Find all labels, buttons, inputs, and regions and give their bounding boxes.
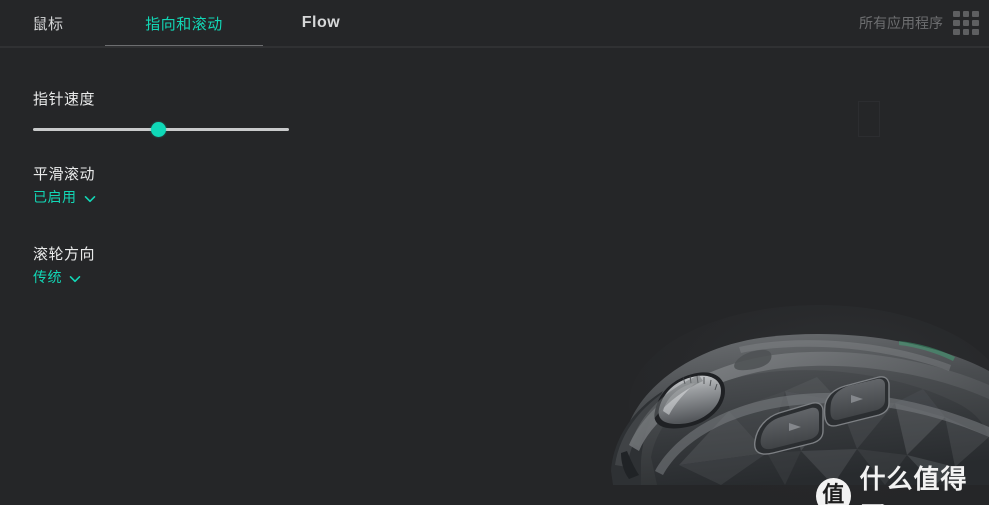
image-placeholder-outline <box>858 101 880 137</box>
scroll-direction-dropdown[interactable]: 传统 <box>33 267 81 287</box>
grid-cell <box>972 11 979 17</box>
watermark-text: 什么值得买 <box>859 465 968 505</box>
grid-cell <box>972 29 979 35</box>
tab-bar: 鼠标 指向和滚动 Flow 所有应用程序 <box>0 0 989 48</box>
grid-cell <box>962 29 970 35</box>
apps-grid-icon[interactable] <box>953 11 979 35</box>
tab-flow[interactable]: Flow <box>285 0 357 46</box>
chevron-down-icon <box>69 272 81 284</box>
smooth-scrolling-setting: 平滑滚动 已启用 <box>33 165 96 207</box>
pointer-speed-slider[interactable] <box>33 120 289 140</box>
tab-bar-divider <box>0 46 989 48</box>
smooth-scrolling-label: 平滑滚动 <box>33 166 96 183</box>
pointer-speed-setting: 指针速度 <box>33 88 95 109</box>
grid-cell <box>962 11 970 17</box>
grid-cell <box>953 11 960 17</box>
tab-mouse[interactable]: 鼠标 <box>12 0 84 46</box>
scroll-direction-setting: 滚轮方向 传统 <box>33 245 95 287</box>
chevron-down-icon <box>84 192 96 204</box>
all-applications-label: 所有应用程序 <box>859 15 943 31</box>
smooth-scrolling-dropdown[interactable]: 已启用 <box>33 187 96 207</box>
app-window: 鼠标 指向和滚动 Flow 所有应用程序 指针速度 平滑滚动 已启用 滚轮方向 … <box>0 0 989 505</box>
pointer-speed-label: 指针速度 <box>33 91 96 108</box>
scroll-wheel <box>654 372 725 429</box>
grid-cell <box>953 20 960 26</box>
watermark: 值 什么值得买 <box>816 459 989 505</box>
grid-cell <box>972 20 979 26</box>
slider-thumb[interactable] <box>151 122 167 137</box>
watermark-badge-icon: 值 <box>816 478 851 505</box>
tab-mouse-label: 鼠标 <box>32 15 64 33</box>
tab-flow-label: Flow <box>301 14 341 31</box>
grid-cell <box>953 29 960 35</box>
tab-pointing-and-scrolling-label: 指向和滚动 <box>145 15 223 33</box>
grid-cell <box>962 20 970 26</box>
scroll-direction-value: 传统 <box>33 269 62 285</box>
scroll-direction-label: 滚轮方向 <box>33 246 96 263</box>
all-applications-button[interactable]: 所有应用程序 <box>859 0 943 46</box>
tab-pointing-and-scrolling[interactable]: 指向和滚动 <box>105 0 263 46</box>
mouse-product-image <box>589 285 989 505</box>
thumb-buttons <box>754 376 890 455</box>
smooth-scrolling-value: 已启用 <box>33 189 77 205</box>
